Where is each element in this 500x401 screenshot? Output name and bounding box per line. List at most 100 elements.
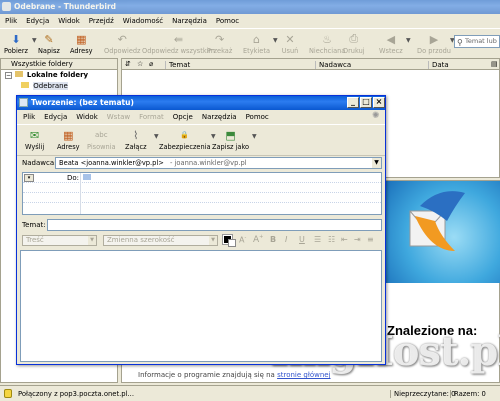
odpowiedz-button[interactable]: ↶ Odpowiedz xyxy=(104,31,141,56)
forward-nav-icon: ▶ xyxy=(429,32,439,46)
numbered-list-icon[interactable]: ☷ xyxy=(328,235,335,244)
toolbar-button-label: Adresy xyxy=(70,47,93,55)
maximize-button[interactable]: □ xyxy=(360,97,372,108)
wy-lij-button[interactable]: ✉ Wyślij xyxy=(25,127,44,152)
menu-item-3[interactable]: Wstaw xyxy=(107,113,130,121)
reply-icon: ↶ xyxy=(117,32,127,46)
pobierz-button[interactable]: ⬇ Pobierz xyxy=(4,31,28,56)
niechciana-button[interactable]: ♨ Niechciana xyxy=(309,31,345,56)
thunderbird-bird-icon xyxy=(409,191,465,251)
bullet-list-icon[interactable]: ☰ xyxy=(314,235,321,244)
menu-item-1[interactable]: Edycja xyxy=(44,113,67,121)
local-folder-icon xyxy=(15,71,24,77)
menu-item-1[interactable]: Edycja xyxy=(26,17,49,25)
unread-count: Nieprzeczytane: 0 xyxy=(390,390,455,398)
subject-label: Temat: xyxy=(22,221,46,229)
attachment-column-icon[interactable]: ⌀ xyxy=(149,60,153,68)
dropdown-arrow-icon[interactable]: ▼ xyxy=(32,37,37,44)
dropdown-arrow-icon[interactable]: ▼ xyxy=(406,37,411,44)
format-toolbar: Treść ▼ Zmienna szerokość ▼ A- A+ B I U … xyxy=(17,234,385,248)
menu-item-5[interactable]: Narzędzia xyxy=(172,17,207,25)
przeka--button[interactable]: ↷ Przekaż xyxy=(207,31,232,56)
adresy-button[interactable]: ▦ Adresy xyxy=(70,31,93,56)
underline-button[interactable]: U xyxy=(299,235,305,244)
menu-item-3[interactable]: Przejdź xyxy=(89,17,114,25)
menu-item-6[interactable]: Pomoc xyxy=(216,17,239,25)
bold-button[interactable]: B xyxy=(270,235,276,244)
close-button[interactable]: × xyxy=(373,97,385,108)
recipient-divider xyxy=(80,173,81,214)
menu-item-4[interactable]: Format xyxy=(139,113,164,121)
folder-pane-header[interactable]: Wszystkie foldery xyxy=(1,59,117,70)
compose-title-bar[interactable]: Tworzenie: (bez tematu) _ □ × xyxy=(17,96,385,110)
toolbar-button-label: Załącz xyxy=(125,143,147,151)
etykieta-button[interactable]: ⌂ Etykieta xyxy=(243,31,270,56)
dropdown-arrow-icon[interactable]: ▼ xyxy=(252,133,257,140)
reply-all-icon: ⇚ xyxy=(173,32,184,46)
dropdown-arrow-icon[interactable]: ▼ xyxy=(273,37,278,44)
menu-item-4[interactable]: Wiadomość xyxy=(123,17,163,25)
column-date[interactable]: Data xyxy=(428,61,449,69)
indent-icon[interactable]: ⇥ xyxy=(354,235,361,244)
folder-local-label: Lokalne foldery xyxy=(26,71,89,79)
menu-item-0[interactable]: Plik xyxy=(23,113,35,121)
zabezpieczenia-button[interactable]: 🔒 Zabezpieczenia xyxy=(159,127,211,151)
dropdown-arrow-icon[interactable]: ▼ xyxy=(154,133,159,140)
message-body[interactable] xyxy=(20,250,382,362)
to-input[interactable] xyxy=(83,174,373,182)
toolbar-button-label: Napisz xyxy=(38,47,60,55)
column-picker-icon[interactable]: ▤ xyxy=(491,60,498,68)
toolbar-button-label: Do przodu xyxy=(417,47,451,55)
minimize-button[interactable]: _ xyxy=(347,97,359,108)
font-smaller-icon[interactable]: A- xyxy=(239,235,246,245)
compose-window: Tworzenie: (bez tematu) _ □ × Plik Edycja… xyxy=(16,95,386,365)
zapisz-jako-button[interactable]: ⬒ Zapisz jako xyxy=(212,127,249,152)
spelling-icon: abc xyxy=(94,131,108,139)
menu-item-7[interactable]: Pomoc xyxy=(246,113,269,121)
pisownia-button[interactable]: abc Pisownia xyxy=(87,127,116,151)
adresy-button[interactable]: ▦ Adresy xyxy=(57,127,80,152)
search-box[interactable]: ⚲ Temat lub xyxy=(454,35,500,48)
paragraph-style-value: Treść xyxy=(26,236,44,244)
collapse-icon[interactable]: − xyxy=(5,72,12,79)
outdent-icon[interactable]: ⇤ xyxy=(341,235,348,244)
menu-item-2[interactable]: Widok xyxy=(58,17,80,25)
italic-button[interactable]: I xyxy=(285,235,287,244)
menu-item-0[interactable]: Plik xyxy=(5,17,17,25)
za-cz-button[interactable]: ⌇ Załącz xyxy=(125,127,147,152)
odpowiedz-wszystkim-button[interactable]: ⇚ Odpowiedz wszystkim xyxy=(142,31,215,56)
do-przodu-button[interactable]: ▶ Do przodu xyxy=(417,31,451,56)
thread-column-icon[interactable]: ⇵ xyxy=(125,60,131,68)
to-label: Do: xyxy=(67,174,80,182)
recipient-type-select[interactable]: ▾ xyxy=(24,174,34,182)
column-sender[interactable]: Nadawca xyxy=(315,61,351,69)
throbber-icon: ✺ xyxy=(372,111,380,121)
junk-icon: ♨ xyxy=(322,32,333,46)
font-select[interactable]: Zmienna szerokość ▼ xyxy=(103,235,218,246)
usu--button[interactable]: ✕ Usuń xyxy=(281,31,299,56)
align-icon[interactable]: ≡ xyxy=(367,235,374,244)
main-title-bar[interactable]: Odebrane - Thunderbird xyxy=(0,0,500,14)
menu-item-2[interactable]: Widok xyxy=(76,113,98,121)
menu-item-6[interactable]: Narzędzia xyxy=(202,113,237,121)
menu-item-5[interactable]: Opcje xyxy=(173,113,193,121)
paragraph-style-select[interactable]: Treść ▼ xyxy=(22,235,97,246)
from-select[interactable]: Beata <joanna.winkler@vp.pl> - joanna.wi… xyxy=(55,157,382,169)
thunderbird-logo xyxy=(385,181,500,283)
bg-color-icon[interactable] xyxy=(228,239,236,247)
folder-inbox[interactable]: Odebrane xyxy=(1,81,117,91)
napisz-button[interactable]: ✎ Napisz xyxy=(38,31,60,56)
get-mail-icon: ⬇ xyxy=(11,32,21,46)
tag-icon: ⌂ xyxy=(253,32,260,46)
search-input[interactable]: Temat lub xyxy=(465,37,497,45)
from-account: - joanna.winkler@vp.pl xyxy=(170,159,247,167)
star-column-icon[interactable]: ☆ xyxy=(137,60,143,68)
folder-local[interactable]: − Lokalne foldery xyxy=(1,70,117,81)
wstecz-button[interactable]: ◀ Wstecz xyxy=(379,31,403,56)
font-larger-icon[interactable]: A+ xyxy=(253,234,263,245)
column-subject[interactable]: Temat xyxy=(165,61,190,69)
status-text: Połączony z pop3.poczta.onet.pl... xyxy=(18,390,134,398)
drukuj-button[interactable]: ⎙ Drukuj xyxy=(343,31,365,55)
from-dropdown-icon[interactable]: ▼ xyxy=(372,158,381,168)
subject-input[interactable] xyxy=(47,219,382,231)
